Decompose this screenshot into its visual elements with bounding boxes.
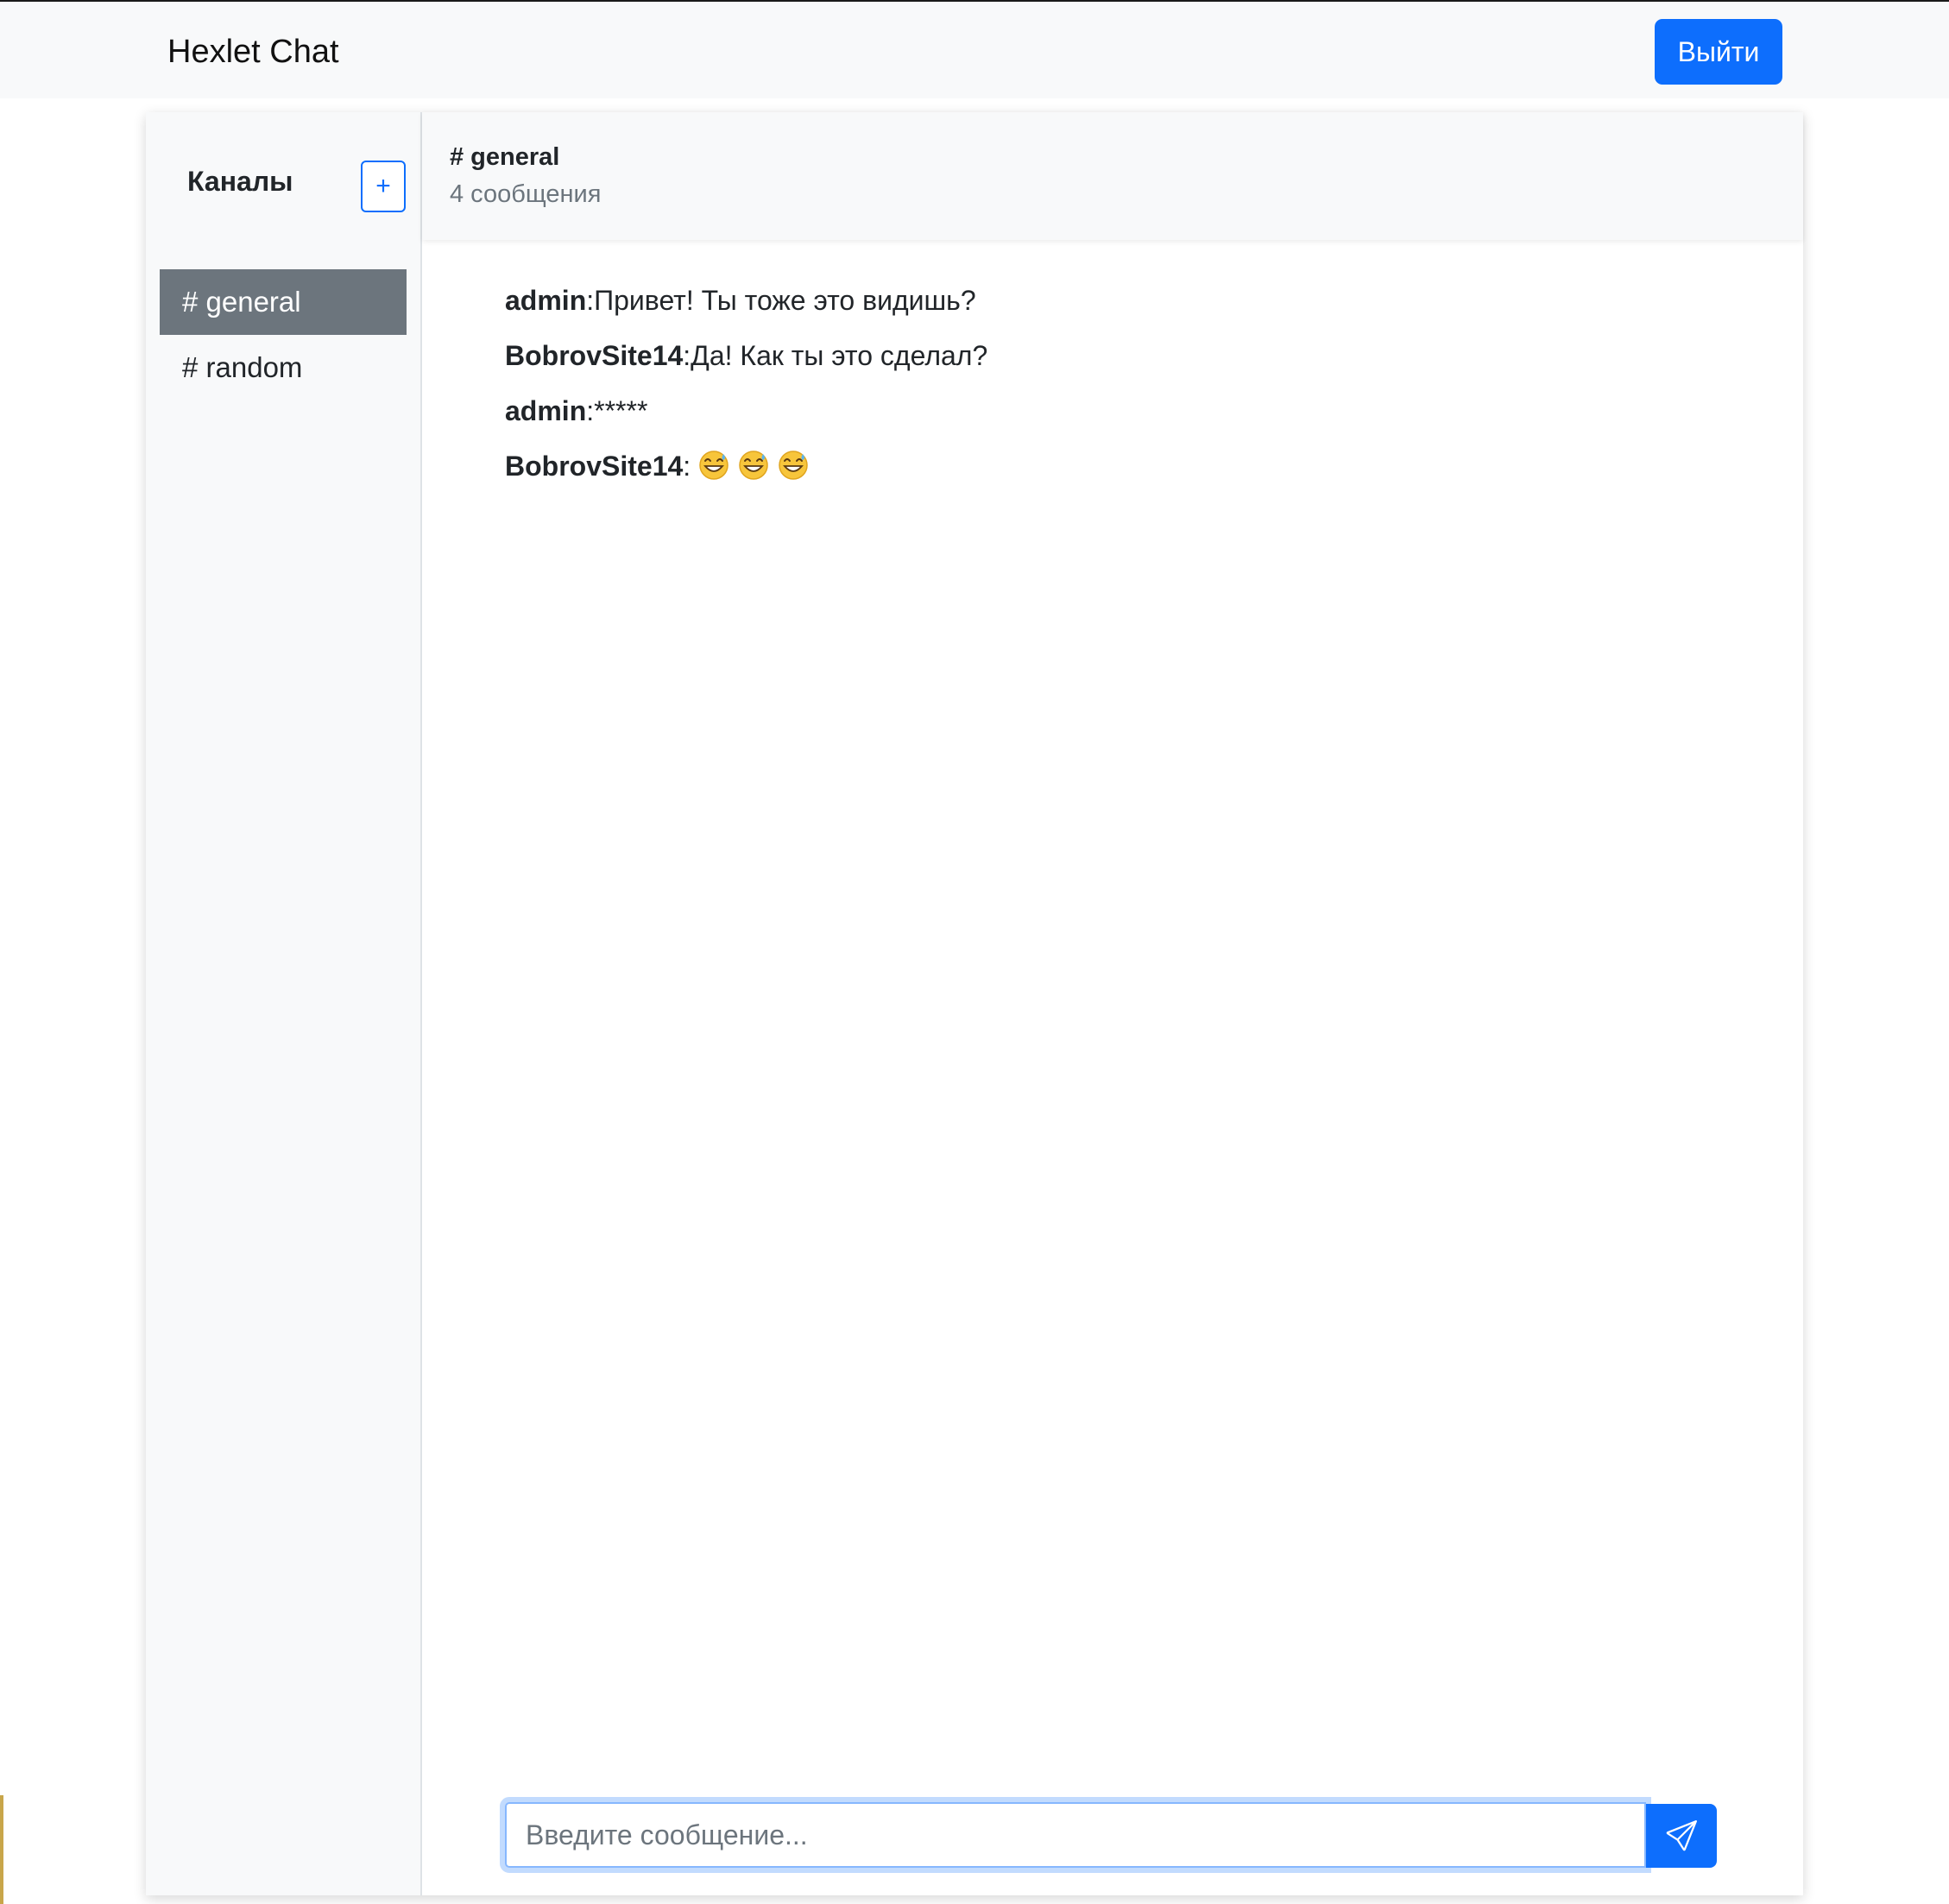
- message-author: BobrovSite14: [505, 451, 684, 482]
- message-item: admin:*****: [505, 392, 1731, 447]
- send-button[interactable]: [1646, 1804, 1717, 1868]
- chat-container: Каналы + # general # random # general 4 …: [146, 112, 1803, 1895]
- messages-list: admin:Привет! Ты тоже это видишь? Bobrov…: [505, 281, 1731, 502]
- message-text: :*****: [586, 395, 648, 426]
- message-author: BobrovSite14: [505, 340, 684, 371]
- navbar: Hexlet Chat Выйти: [0, 2, 1949, 98]
- window-edge-accent: [0, 1795, 3, 1904]
- message-count: 4 сообщения: [450, 180, 602, 208]
- channel-name: # general: [450, 143, 560, 171]
- message-form: [500, 1797, 1720, 1873]
- add-channel-button[interactable]: +: [361, 161, 406, 212]
- message-text: :: [683, 451, 691, 482]
- chat-main: # general 4 сообщения admin:Привет! Ты т…: [422, 112, 1803, 1895]
- grinning-face-with-sweat-icon: [739, 451, 768, 480]
- channels-sidebar: Каналы + # general # random: [146, 112, 422, 1895]
- channels-title: Каналы: [187, 166, 293, 197]
- message-text: :Привет! Ты тоже это видишь?: [586, 285, 976, 316]
- grinning-face-with-sweat-icon: [699, 451, 729, 480]
- grinning-face-with-sweat-icon: [779, 451, 808, 480]
- channel-item-random[interactable]: # random: [160, 335, 407, 400]
- message-item: admin:Привет! Ты тоже это видишь?: [505, 281, 1731, 337]
- message-item: BobrovSite14:: [505, 447, 1731, 502]
- logout-button[interactable]: Выйти: [1655, 19, 1782, 85]
- channel-list: # general # random: [160, 269, 407, 400]
- send-icon: [1666, 1820, 1697, 1851]
- message-author: admin: [505, 285, 587, 316]
- emoji-group: [691, 451, 817, 482]
- message-author: admin: [505, 395, 587, 426]
- channel-item-general[interactable]: # general: [160, 269, 407, 335]
- chat-header: # general 4 сообщения: [422, 112, 1803, 240]
- message-item: BobrovSite14:Да! Как ты это сделал?: [505, 337, 1731, 392]
- message-text: :Да! Как ты это сделал?: [683, 340, 988, 371]
- message-input[interactable]: [500, 1797, 1651, 1873]
- brand-link[interactable]: Hexlet Chat: [167, 31, 339, 73]
